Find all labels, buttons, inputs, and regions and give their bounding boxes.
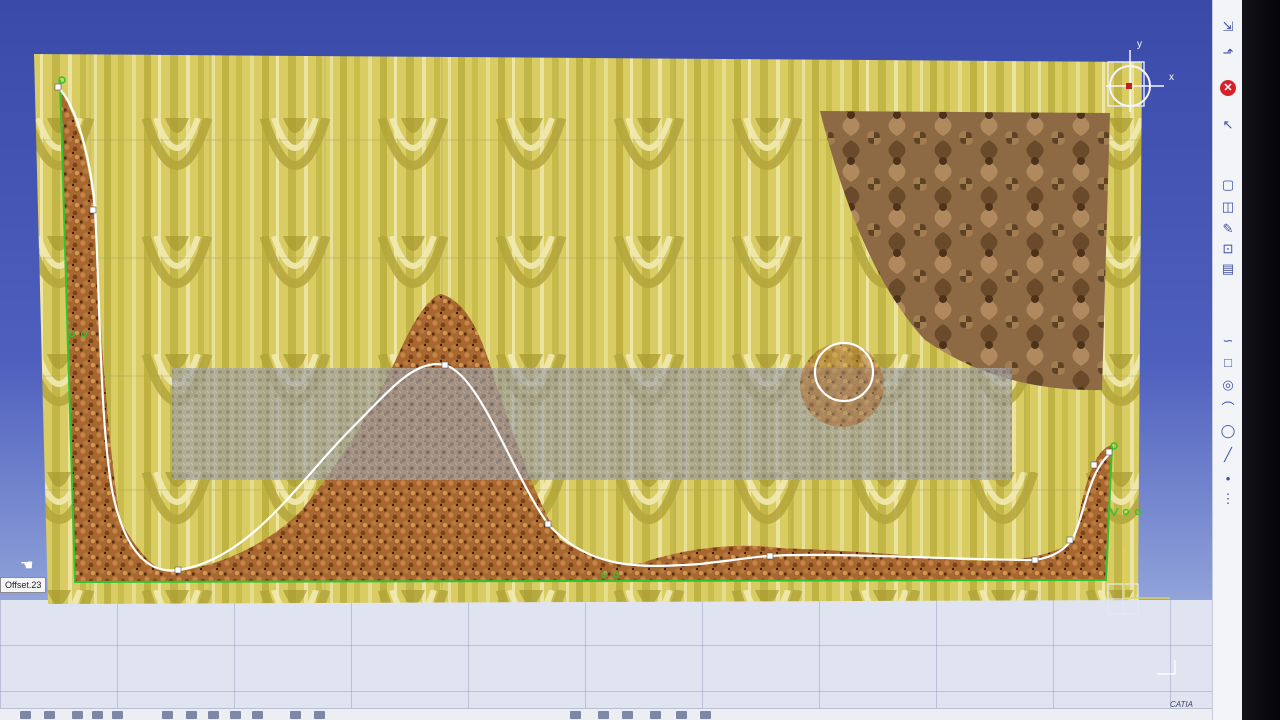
- toolbar-icon[interactable]: [676, 711, 687, 719]
- toolbar-icon[interactable]: [72, 711, 83, 719]
- profile-icon[interactable]: ▢: [1219, 176, 1237, 194]
- point-tool-icon[interactable]: •: [1219, 470, 1237, 488]
- toolbar-icon[interactable]: [314, 711, 325, 719]
- control-point: [1105, 448, 1113, 456]
- select-arrow-icon[interactable]: ↖: [1219, 116, 1237, 134]
- layers-icon[interactable]: ▤: [1219, 260, 1237, 278]
- bottom-toolbar: [0, 708, 1212, 720]
- feature-tooltip-label: Offset.23: [0, 577, 47, 593]
- toolbar-icon[interactable]: [92, 711, 103, 719]
- catia-logo: CATIA: [1170, 700, 1193, 709]
- cork-disc: [800, 343, 884, 427]
- control-point: [1066, 536, 1074, 544]
- conic-tool-icon[interactable]: ⌒: [1219, 400, 1237, 418]
- control-point: [174, 566, 182, 574]
- control-point: [544, 520, 552, 528]
- sketch-canvas[interactable]: y x: [0, 0, 1212, 720]
- mesh-texture-strip: [172, 368, 1012, 480]
- toolbar-icon[interactable]: [290, 711, 301, 719]
- axis-tool-icon[interactable]: ⋮: [1219, 490, 1237, 508]
- toolbar-icon[interactable]: [622, 711, 633, 719]
- resize-corner-icon: [1157, 660, 1176, 675]
- exit-workbench-icon[interactable]: ✕: [1220, 80, 1236, 96]
- toolbar-icon[interactable]: [162, 711, 173, 719]
- control-point: [766, 552, 774, 560]
- ellipse-tool-icon[interactable]: ◯: [1219, 422, 1237, 440]
- right-toolbar: ⇲ ⬏ ✕ ↖ ▢ ◫ ✎ ⊡ ▤ ∽ □ ◎ ⌒ ◯ ╱ • ⋮: [1212, 0, 1243, 720]
- normal-view-icon[interactable]: ⇲: [1219, 18, 1237, 36]
- export-icon[interactable]: ⬏: [1219, 44, 1237, 62]
- control-point: [54, 83, 62, 91]
- axis-label-x: x: [1169, 72, 1174, 83]
- graphics-viewport[interactable]: y x Offset.23 ☚ CATIA: [0, 0, 1212, 720]
- pencil-icon[interactable]: ✎: [1219, 220, 1237, 238]
- cut-by-plane-icon[interactable]: ◫: [1219, 198, 1237, 216]
- axis-label-y: y: [1137, 39, 1142, 50]
- toolbar-icon[interactable]: [112, 711, 123, 719]
- control-point: [441, 361, 449, 369]
- control-point: [89, 206, 97, 214]
- rectangle-tool-icon[interactable]: □: [1219, 354, 1237, 372]
- toolbar-icon[interactable]: [44, 711, 55, 719]
- toolbar-icon[interactable]: [230, 711, 241, 719]
- toolbar-icon[interactable]: [186, 711, 197, 719]
- circle-tool-icon[interactable]: ◎: [1219, 376, 1237, 394]
- spline-tool-icon[interactable]: ∽: [1219, 332, 1237, 350]
- hand-cursor-icon: ☚: [20, 557, 34, 574]
- toolbar-icon[interactable]: [20, 711, 31, 719]
- monitor-bezel: [1242, 0, 1280, 720]
- toolbar-icon[interactable]: [650, 711, 661, 719]
- toolbar-icon[interactable]: [570, 711, 581, 719]
- toolbar-icon[interactable]: [700, 711, 711, 719]
- constraint-icon[interactable]: ⊡: [1219, 240, 1237, 258]
- control-point: [1090, 461, 1098, 469]
- toolbar-icon[interactable]: [252, 711, 263, 719]
- toolbar-icon[interactable]: [598, 711, 609, 719]
- control-point: [1031, 556, 1039, 564]
- line-tool-icon[interactable]: ╱: [1219, 446, 1237, 464]
- toolbar-icon[interactable]: [208, 711, 219, 719]
